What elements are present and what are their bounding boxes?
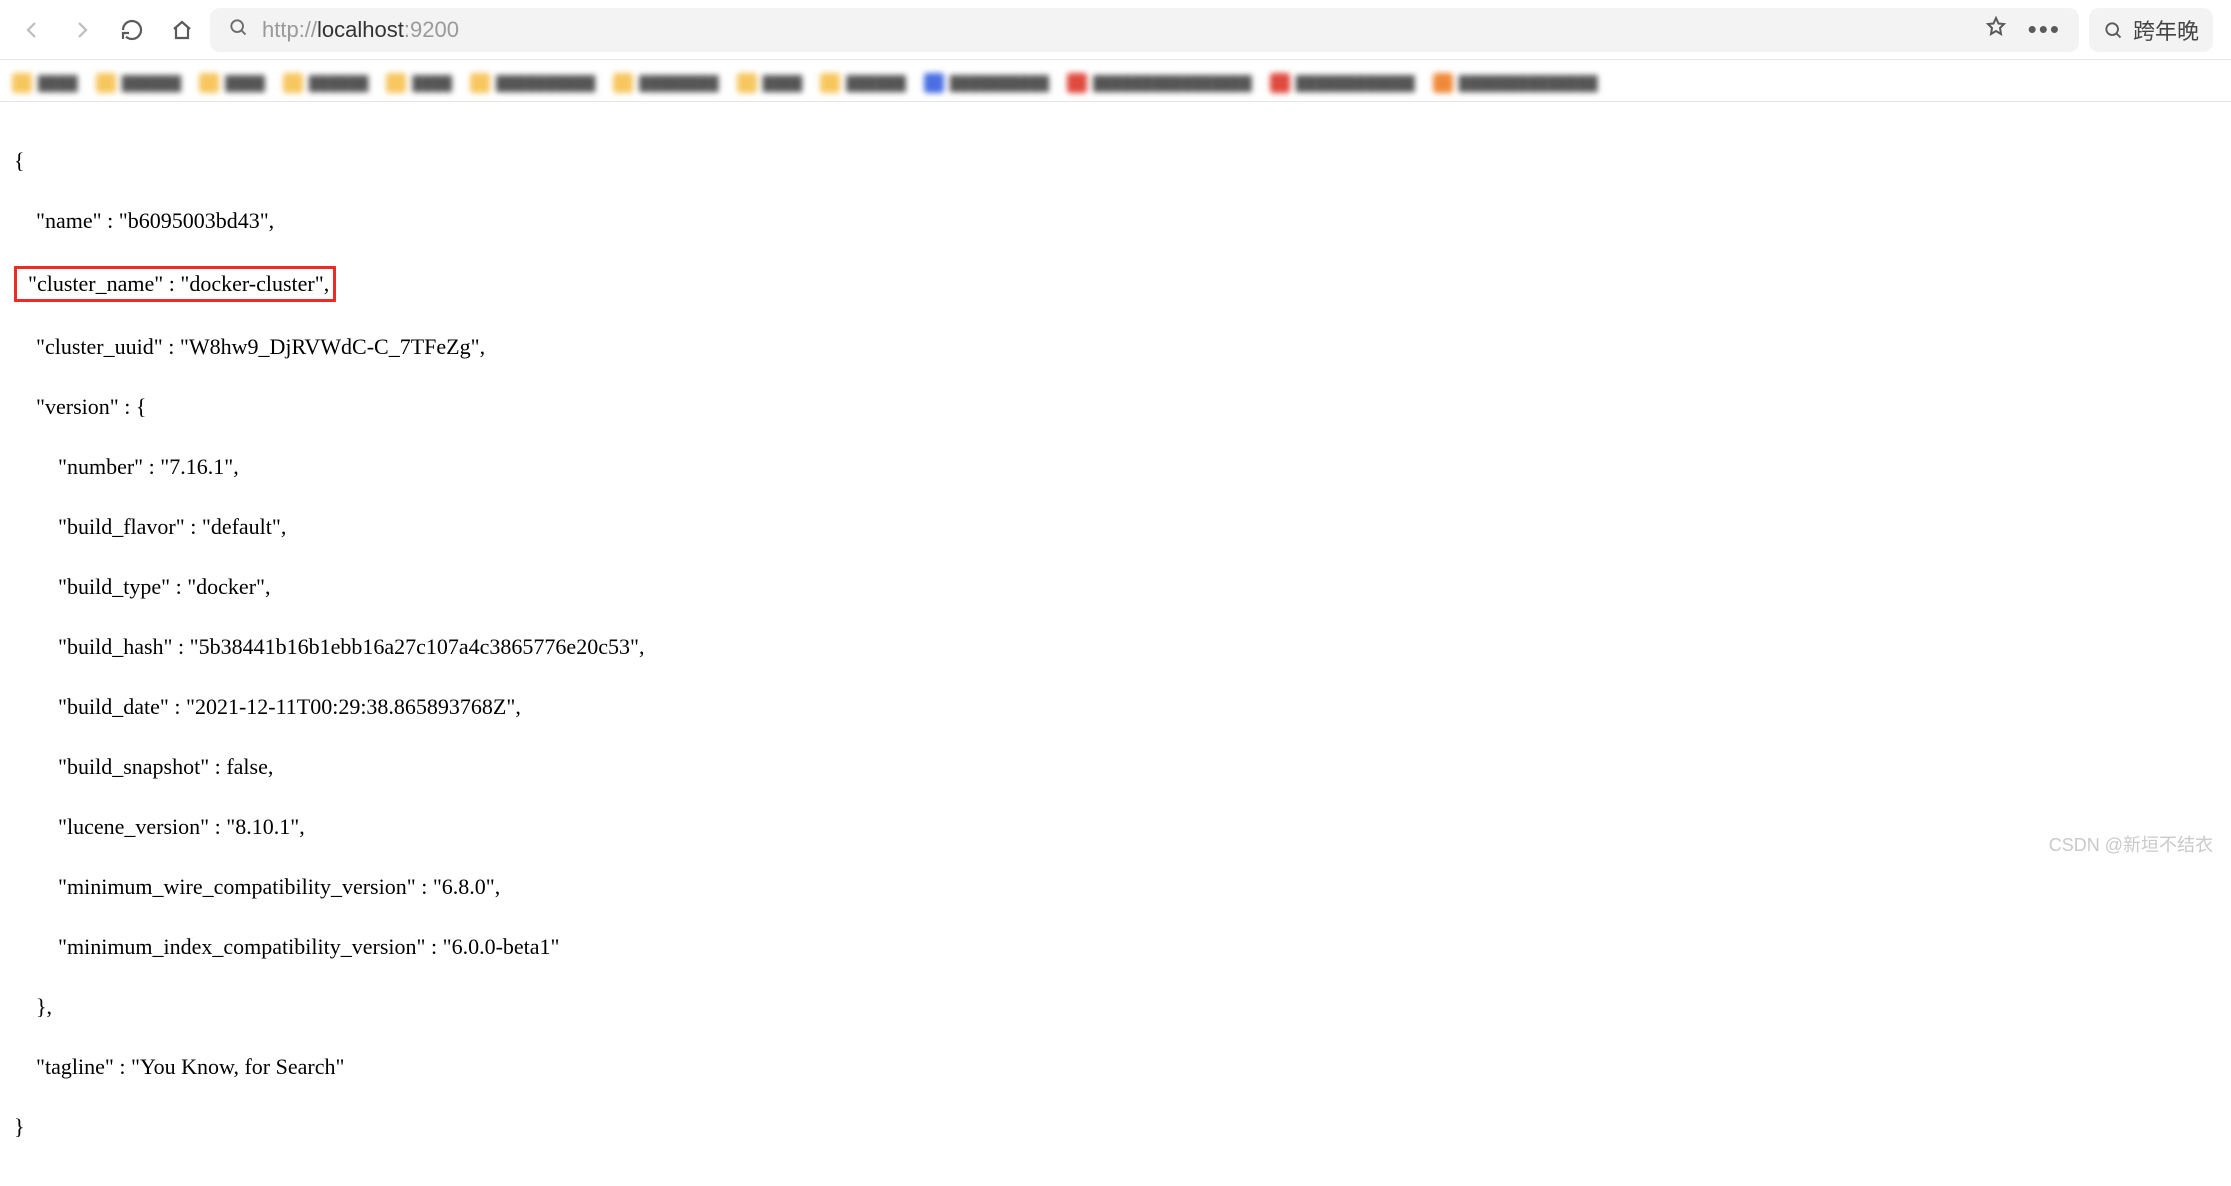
more-icon[interactable]: •••	[2028, 14, 2061, 45]
watermark-text: CSDN @新垣不结衣	[2049, 831, 2213, 857]
brace-open: {	[14, 146, 2217, 176]
json-line-build-date: "build_date" : "2021-12-11T00:29:38.8658…	[14, 692, 2217, 722]
bookmark-item[interactable]: ████	[12, 69, 78, 97]
json-line-cluster-uuid: "cluster_uuid" : "W8hw9_DjRVWdC-C_7TFeZg…	[14, 332, 2217, 362]
url-protocol: http://	[262, 17, 317, 42]
search-icon	[228, 17, 248, 43]
bookmark-item[interactable]: ██████	[96, 69, 182, 97]
bookmark-item[interactable]: ████████████████	[1067, 69, 1252, 97]
bookmark-item[interactable]: ██████████	[924, 69, 1049, 97]
brace-close: }	[14, 1112, 2217, 1142]
json-line-min-index: "minimum_index_compatibility_version" : …	[14, 932, 2217, 962]
json-response-body: { "name" : "b6095003bd43", "cluster_name…	[0, 102, 2231, 1186]
bookmark-item[interactable]: ████	[737, 69, 803, 97]
bookmark-item[interactable]: ██████████████	[1433, 69, 1598, 97]
quick-search-text: 跨年晚	[2133, 14, 2199, 46]
bookmark-item[interactable]: ████████████	[1270, 69, 1415, 97]
json-line-build-snapshot: "build_snapshot" : false,	[14, 752, 2217, 782]
bookmarks-bar: ████ ██████ ████ ██████ ████ ██████████ …	[0, 60, 2231, 102]
bookmark-item[interactable]: ████████	[613, 69, 718, 97]
json-line-version-close: },	[14, 992, 2217, 1022]
bookmark-item[interactable]: ██████	[283, 69, 369, 97]
url-port: :9200	[404, 17, 459, 42]
bookmark-item[interactable]: ████	[386, 69, 452, 97]
json-line-lucene: "lucene_version" : "8.10.1",	[14, 812, 2217, 842]
back-button[interactable]	[10, 8, 54, 52]
browser-toolbar: http://localhost:9200 ••• 跨年晚	[0, 0, 2231, 60]
reload-button[interactable]	[110, 8, 154, 52]
home-button[interactable]	[160, 8, 204, 52]
bookmark-item[interactable]: ██████████	[470, 69, 595, 97]
star-icon[interactable]	[1984, 15, 2008, 45]
toolbar-right: 跨年晚	[2085, 8, 2221, 52]
json-line-name: "name" : "b6095003bd43",	[14, 206, 2217, 236]
bookmark-item[interactable]: ████	[199, 69, 265, 97]
json-line-version-open: "version" : {	[14, 392, 2217, 422]
json-line-number: "number" : "7.16.1",	[14, 452, 2217, 482]
json-line-build-flavor: "build_flavor" : "default",	[14, 512, 2217, 542]
url-text: http://localhost:9200	[262, 17, 459, 43]
json-line-build-type: "build_type" : "docker",	[14, 572, 2217, 602]
json-line-cluster-name: "cluster_name" : "docker-cluster",	[14, 266, 2217, 302]
quick-search-box[interactable]: 跨年晚	[2089, 8, 2213, 52]
json-line-build-hash: "build_hash" : "5b38441b16b1ebb16a27c107…	[14, 632, 2217, 662]
url-host: localhost	[317, 17, 404, 42]
json-line-min-wire: "minimum_wire_compatibility_version" : "…	[14, 872, 2217, 902]
address-bar[interactable]: http://localhost:9200 •••	[210, 8, 2079, 52]
highlight-cluster-name: "cluster_name" : "docker-cluster",	[14, 266, 336, 302]
json-line-tagline: "tagline" : "You Know, for Search"	[14, 1052, 2217, 1082]
forward-button[interactable]	[60, 8, 104, 52]
bookmark-item[interactable]: ██████	[820, 69, 906, 97]
